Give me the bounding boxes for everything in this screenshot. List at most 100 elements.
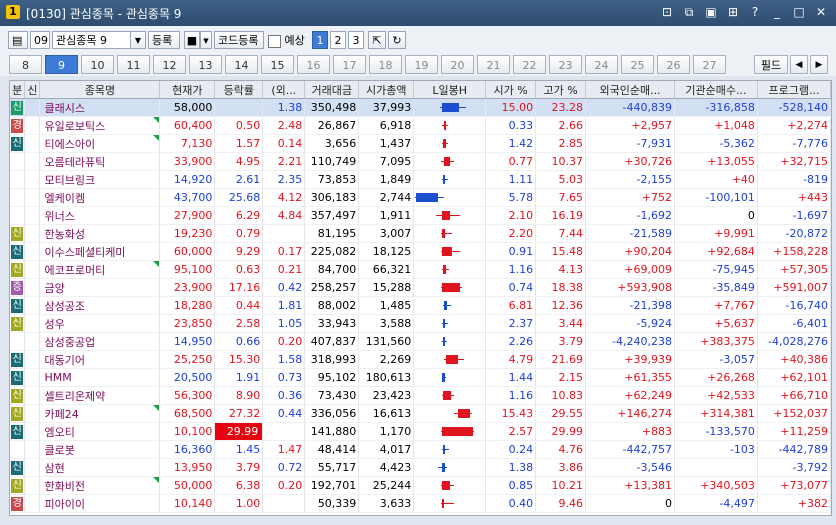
table-row[interactable]: 위너스 27,900 6.29 4.84 357,497 1,911 2.10 16.19 -1… bbox=[10, 206, 831, 225]
column-header[interactable]: 시가총액 bbox=[358, 81, 415, 99]
tab-12[interactable]: 12 bbox=[153, 55, 186, 74]
tab-8[interactable]: 8 bbox=[9, 55, 42, 74]
column-header[interactable]: 종목명 bbox=[39, 81, 161, 99]
stock-name-cell[interactable]: 클로봇 bbox=[39, 440, 161, 459]
tab-19[interactable]: 19 bbox=[405, 55, 438, 74]
list-menu-icon[interactable]: ▤ bbox=[8, 31, 28, 49]
table-row[interactable]: 신 셀트리온제약 56,300 8.90 0.36 73,430 23,423 1.16 10.… bbox=[10, 386, 831, 405]
column-header[interactable]: (외... bbox=[262, 81, 306, 99]
stock-name-cell[interactable]: 위너스 bbox=[39, 206, 161, 225]
chevron-down-icon[interactable]: ▼ bbox=[130, 31, 146, 49]
table-row[interactable]: 신 카페24 68,500 27.32 0.44 336,056 16,613 15.43 29… bbox=[10, 404, 831, 423]
stock-name-cell[interactable]: 클래시스 bbox=[39, 98, 161, 117]
tab-9[interactable]: 9 bbox=[45, 55, 78, 74]
tab-10[interactable]: 10 bbox=[81, 55, 114, 74]
column-header[interactable]: 프로그램... bbox=[757, 81, 831, 99]
table-row[interactable]: 신 클래시스 58,000 1.38 350,498 37,993 15.00 23.28 -4… bbox=[10, 98, 831, 117]
export-icon[interactable]: ⇱ bbox=[368, 31, 386, 49]
tab-prev-icon[interactable]: ◀ bbox=[790, 55, 808, 74]
table-row[interactable]: 증 금양 23,900 17.16 0.42 258,257 15,288 0.74 18.38… bbox=[10, 278, 831, 297]
column-header[interactable]: 기관순매수... bbox=[674, 81, 758, 99]
tab-26[interactable]: 26 bbox=[657, 55, 690, 74]
stock-name-cell[interactable]: 에코프로머티 bbox=[39, 260, 161, 279]
table-row[interactable]: 엘케이켐 43,700 25.68 4.12 306,183 2,744 5.78 7.65 +… bbox=[10, 188, 831, 207]
column-header[interactable]: 거래대금 bbox=[304, 81, 360, 99]
tab-17[interactable]: 17 bbox=[333, 55, 366, 74]
forecast-checkbox[interactable]: 예상 bbox=[268, 32, 305, 48]
tab-23[interactable]: 23 bbox=[549, 55, 582, 74]
tab-15[interactable]: 15 bbox=[261, 55, 294, 74]
layout-icon[interactable]: ▣ bbox=[704, 4, 718, 20]
stock-name-cell[interactable]: 성우 bbox=[39, 314, 161, 333]
stock-name-cell[interactable]: 한농화성 bbox=[39, 224, 161, 243]
close-icon[interactable]: ✕ bbox=[814, 4, 828, 20]
table-row[interactable]: 삼성중공업 14,950 0.66 0.20 407,837 131,560 2.26 3.7… bbox=[10, 332, 831, 351]
page-2-button[interactable]: 2 bbox=[330, 31, 346, 49]
stock-name-cell[interactable]: 유일로보틱스 bbox=[39, 116, 161, 135]
code-register-button[interactable]: 코드등록 bbox=[214, 31, 264, 49]
tab-24[interactable]: 24 bbox=[585, 55, 618, 74]
table-row[interactable]: 신 성우 23,850 2.58 1.05 33,943 3,588 2.37 3.44 -5,9… bbox=[10, 314, 831, 333]
stock-name-cell[interactable]: 한화비전 bbox=[39, 476, 161, 495]
stock-name-cell[interactable]: 셀트리온제약 bbox=[39, 386, 161, 405]
minimize-icon[interactable]: _ bbox=[770, 4, 784, 20]
table-row[interactable]: 신 대동기어 25,250 15.30 1.58 318,993 2,269 4.79 21.6… bbox=[10, 350, 831, 369]
stock-name-cell[interactable]: 오름테라퓨틱 bbox=[39, 152, 161, 171]
tab-18[interactable]: 18 bbox=[369, 55, 402, 74]
tab-next-icon[interactable]: ▶ bbox=[810, 55, 828, 74]
stock-name-cell[interactable]: 엠오티 bbox=[39, 422, 161, 441]
stock-name-cell[interactable]: 모티브링크 bbox=[39, 170, 161, 189]
tab-27[interactable]: 27 bbox=[693, 55, 726, 74]
color-dropdown-icon[interactable]: ▼ bbox=[200, 31, 212, 49]
stock-name-cell[interactable]: 삼성중공업 bbox=[39, 332, 161, 351]
maximize-icon[interactable]: □ bbox=[792, 4, 806, 20]
table-row[interactable]: 신 한화비전 50,000 6.38 0.20 192,701 25,244 0.85 10.2… bbox=[10, 476, 831, 495]
table-row[interactable]: 모티브링크 14,920 2.61 2.35 73,853 1,849 1.11 5.03 -2… bbox=[10, 170, 831, 189]
stock-name-cell[interactable]: 이수스페셜티케미 bbox=[39, 242, 161, 261]
link-icon[interactable]: ⊡ bbox=[660, 4, 674, 20]
stock-name-cell[interactable]: 삼현 bbox=[39, 458, 161, 477]
table-row[interactable]: 경 유일로보틱스 60,400 0.50 2.48 26,867 6,918 0.33 2.66… bbox=[10, 116, 831, 135]
stock-name-cell[interactable]: 티에스아이 bbox=[39, 134, 161, 153]
stock-name-cell[interactable]: 대동기어 bbox=[39, 350, 161, 369]
copy-window-icon[interactable]: ⧉ bbox=[682, 4, 696, 20]
stock-name-cell[interactable]: HMM bbox=[39, 368, 161, 387]
column-header[interactable]: 시가 % bbox=[485, 81, 537, 99]
column-header[interactable]: 신 bbox=[24, 81, 41, 99]
checkbox-icon[interactable] bbox=[268, 34, 281, 48]
stock-name-cell[interactable]: 엘케이켐 bbox=[39, 188, 161, 207]
tab-21[interactable]: 21 bbox=[477, 55, 510, 74]
refresh-icon[interactable]: ↻ bbox=[388, 31, 406, 49]
tab-13[interactable]: 13 bbox=[189, 55, 222, 74]
column-header[interactable]: 외국인순매... bbox=[585, 81, 675, 99]
column-header[interactable]: 고가 % bbox=[535, 81, 587, 99]
column-header[interactable]: 분 bbox=[10, 81, 26, 99]
stock-name-cell[interactable]: 삼성공조 bbox=[39, 296, 161, 315]
table-row[interactable]: 신 HMM 20,500 1.91 0.73 95,102 180,613 1.44 2.15 +… bbox=[10, 368, 831, 387]
help-icon[interactable]: ? bbox=[748, 4, 762, 20]
table-row[interactable]: 경 피아이이 10,140 1.00 50,339 3,633 0.40 9.46 0 -4,49… bbox=[10, 494, 831, 513]
table-row[interactable]: 클로봇 16,360 1.45 1.47 48,414 4,017 0.24 4.76 -442… bbox=[10, 440, 831, 459]
field-button[interactable]: 필드 bbox=[754, 55, 788, 74]
tab-16[interactable]: 16 bbox=[297, 55, 330, 74]
table-row[interactable]: 오름테라퓨틱 33,900 4.95 2.21 110,749 7,095 0.77 10.3… bbox=[10, 152, 831, 171]
table-row[interactable]: 신 엠오티 10,100 29.99 141,880 1,170 2.57 29.99 +883… bbox=[10, 422, 831, 441]
table-row[interactable]: 신 티에스아이 7,130 1.57 0.14 3,656 1,437 1.42 2.85 -7,… bbox=[10, 134, 831, 153]
grid-icon[interactable]: ⊞ bbox=[726, 4, 740, 20]
stock-name-cell[interactable]: 금양 bbox=[39, 278, 161, 297]
page-1-button[interactable]: 1 bbox=[312, 31, 328, 49]
table-row[interactable]: 신 이수스페셜티케미 60,000 9.29 0.17 225,082 18,125 0.91… bbox=[10, 242, 831, 261]
group-number-input[interactable]: 09 bbox=[30, 31, 50, 49]
tab-25[interactable]: 25 bbox=[621, 55, 654, 74]
stock-name-cell[interactable]: 카페24 bbox=[39, 404, 161, 423]
page-3-button[interactable]: 3 bbox=[348, 31, 364, 49]
column-header[interactable]: L일봉H bbox=[413, 81, 487, 99]
table-row[interactable]: 신 한농화성 19,230 0.79 81,195 3,007 2.20 7.44 -21,58… bbox=[10, 224, 831, 243]
tab-20[interactable]: 20 bbox=[441, 55, 474, 74]
table-row[interactable]: 신 에코프로머티 95,100 0.63 0.21 84,700 66,321 1.16 4.1… bbox=[10, 260, 831, 279]
table-row[interactable]: 신 삼현 13,950 3.79 0.72 55,717 4,423 1.38 3.86 -3,5… bbox=[10, 458, 831, 477]
tab-11[interactable]: 11 bbox=[117, 55, 150, 74]
group-name-select[interactable]: 관심종목 9 bbox=[52, 31, 132, 49]
register-button[interactable]: 등록 bbox=[148, 31, 180, 49]
tab-22[interactable]: 22 bbox=[513, 55, 546, 74]
